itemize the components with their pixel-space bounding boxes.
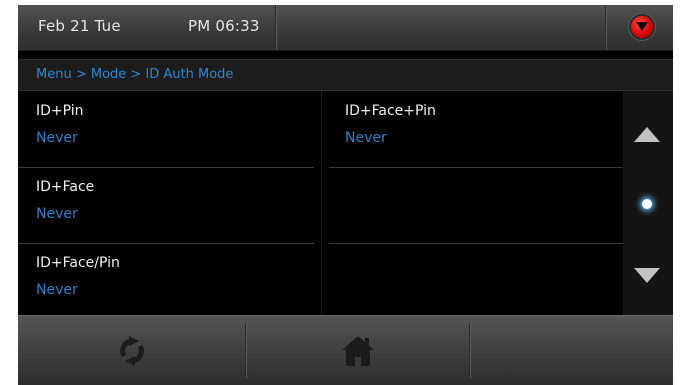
- row-divider: [18, 167, 314, 168]
- scroll-panel: [623, 91, 673, 315]
- date-text: Feb 21 Tue: [38, 17, 121, 35]
- bottom-toolbar: [18, 315, 673, 385]
- status-bar: Feb 21 Tue PM 06:33: [18, 5, 673, 51]
- time-text: PM 06:33: [188, 17, 260, 35]
- mode-item-id-face[interactable]: ID+Face Never: [36, 167, 326, 237]
- mode-label: ID+Pin: [36, 103, 84, 119]
- mode-label: ID+Face/Pin: [36, 255, 120, 271]
- breadcrumb-bar: Menu > Mode > ID Auth Mode: [18, 59, 673, 91]
- triangle-down-icon[interactable]: [634, 268, 660, 283]
- home-button[interactable]: [246, 316, 469, 385]
- row-divider: [18, 243, 314, 244]
- triangle-up-icon[interactable]: [634, 127, 660, 142]
- mode-item-id-pin[interactable]: ID+Pin Never: [36, 91, 326, 161]
- mode-label: ID+Face: [36, 179, 95, 195]
- mode-item-id-face-or-pin[interactable]: ID+Face/Pin Never: [36, 243, 326, 313]
- mode-value: Never: [36, 130, 78, 146]
- row-divider: [329, 167, 623, 168]
- header-divider: [275, 5, 276, 50]
- refresh-icon: [119, 336, 144, 366]
- row-divider: [329, 243, 623, 244]
- power-triangle-icon: [636, 22, 648, 31]
- column-divider: [321, 91, 322, 315]
- footer-empty-button: [470, 316, 673, 385]
- home-icon: [341, 336, 374, 366]
- refresh-button[interactable]: [18, 316, 245, 385]
- device-screen: Feb 21 Tue PM 06:33 Menu > Mode > ID Aut…: [18, 5, 673, 385]
- auth-mode-list: ID+Pin Never ID+Face Never ID+Face/Pin N…: [18, 91, 623, 315]
- power-button[interactable]: [631, 16, 653, 38]
- mode-value: Never: [36, 206, 78, 222]
- breadcrumb: Menu > Mode > ID Auth Mode: [36, 67, 234, 82]
- header-divider: [605, 5, 606, 50]
- mode-value: Never: [345, 130, 387, 146]
- mode-item-id-face-pin[interactable]: ID+Face+Pin Never: [345, 91, 635, 161]
- page-dot-icon: [642, 199, 652, 209]
- mode-label: ID+Face+Pin: [345, 103, 436, 119]
- mode-value: Never: [36, 282, 78, 298]
